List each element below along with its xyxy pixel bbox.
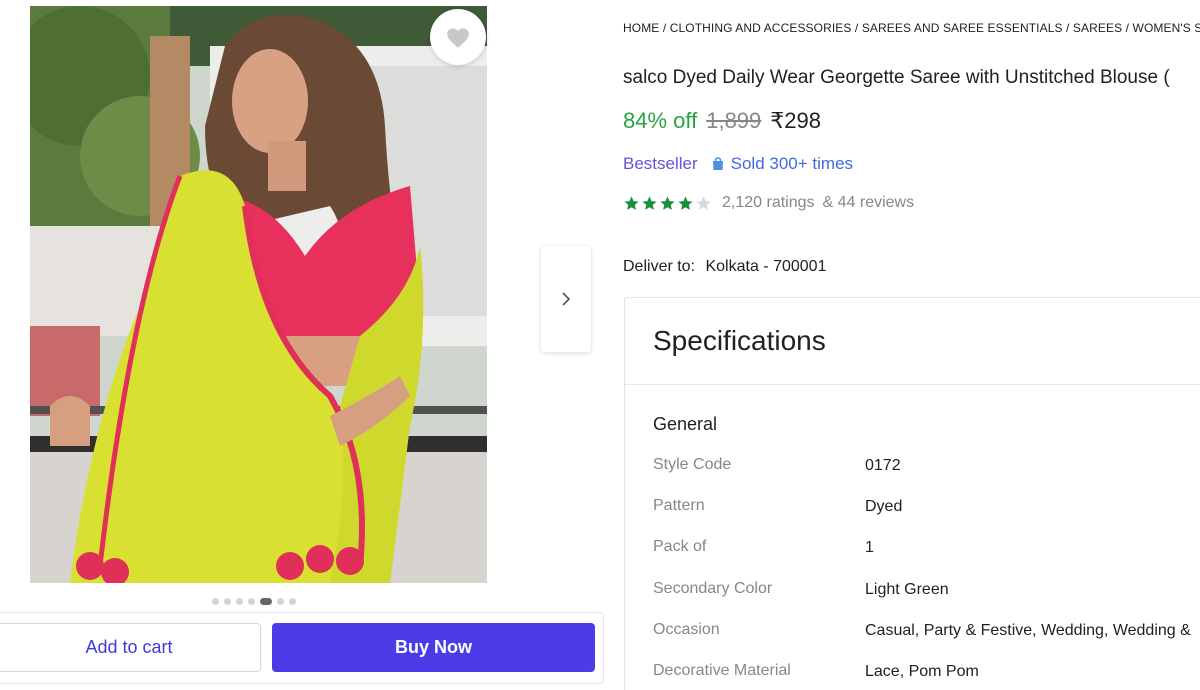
sold-count-text: Sold 300+ times — [730, 154, 854, 173]
breadcrumb-separator: / — [659, 21, 670, 35]
breadcrumb-item[interactable]: WOMEN'S SARE — [1133, 21, 1200, 35]
pagination-dot[interactable] — [277, 598, 284, 605]
breadcrumb: HOME / CLOTHING AND ACCESSORIES / SAREES… — [623, 21, 1200, 35]
product-image[interactable] — [30, 6, 487, 583]
breadcrumb-separator: / — [1062, 21, 1073, 35]
buy-now-button[interactable]: Buy Now — [272, 623, 595, 672]
spec-value: Casual, Party & Festive, Wedding, Weddin… — [865, 622, 1191, 639]
spec-key: Pack of — [653, 538, 707, 555]
delivery-info: Deliver to: Kolkata - 700001 — [623, 258, 826, 276]
breadcrumb-item[interactable]: CLOTHING AND ACCESSORIES — [670, 21, 852, 35]
delivery-location[interactable]: Kolkata - 700001 — [705, 258, 826, 275]
original-price: 1,899 — [706, 108, 762, 133]
spec-group-title: General — [653, 414, 718, 434]
chevron-right-icon — [562, 292, 571, 306]
spec-value: Light Green — [865, 581, 949, 598]
deliver-label: Deliver to: — [623, 258, 696, 275]
spec-key: Occasion — [653, 621, 720, 638]
breadcrumb-separator: / — [851, 21, 862, 35]
discount-percent: 84% off — [623, 108, 698, 133]
star-icon — [678, 195, 693, 210]
sold-count-badge: Sold 300+ times — [710, 154, 853, 174]
product-title: salco Dyed Daily Wear Georgette Saree wi… — [623, 67, 1170, 88]
ratings-count: 2,120 ratings — [722, 194, 815, 211]
breadcrumb-separator: / — [1122, 21, 1133, 35]
star-icon — [624, 195, 639, 210]
selling-price: ₹298 — [770, 108, 821, 133]
spec-value: Dyed — [865, 498, 903, 515]
action-bar: Add to cart Buy Now — [0, 612, 604, 684]
reviews-count: & 44 reviews — [822, 194, 915, 211]
spec-value: 0172 — [865, 457, 901, 474]
spec-key: Pattern — [653, 497, 705, 514]
product-badges: Bestseller Sold 300+ times — [623, 154, 853, 174]
specifications-panel: Specifications General Style Code 0172 Pat… — [624, 297, 1200, 690]
pagination-dot[interactable] — [260, 598, 272, 605]
breadcrumb-item[interactable]: SAREES — [1073, 21, 1122, 35]
heart-icon — [447, 28, 469, 48]
star-icon — [642, 195, 657, 210]
star-icon — [660, 195, 675, 210]
breadcrumb-item[interactable]: HOME — [623, 21, 659, 35]
star-rating — [623, 195, 712, 212]
pagination-dot[interactable] — [212, 598, 219, 605]
price-row: 84% off 1,899 ₹298 — [623, 108, 821, 134]
spec-key: Style Code — [653, 456, 732, 473]
specifications-heading: Specifications — [625, 298, 1200, 385]
wishlist-button[interactable] — [430, 9, 486, 65]
spec-key: Secondary Color — [653, 580, 773, 597]
pagination-dot[interactable] — [224, 598, 231, 605]
spec-key: Decorative Material — [653, 662, 791, 679]
pagination-dot[interactable] — [248, 598, 255, 605]
spec-value: 1 — [865, 539, 874, 556]
next-image-button[interactable] — [541, 246, 591, 352]
product-photo — [30, 6, 487, 583]
breadcrumb-item[interactable]: SAREES AND SAREE ESSENTIALS — [862, 21, 1063, 35]
shopping-bag-icon — [712, 157, 723, 170]
rating-row[interactable]: 2,120 ratings & 44 reviews — [623, 194, 914, 212]
gallery-pagination — [212, 598, 296, 605]
bestseller-badge: Bestseller — [623, 154, 698, 173]
star-icon — [696, 195, 711, 210]
pagination-dot[interactable] — [236, 598, 243, 605]
add-to-cart-button[interactable]: Add to cart — [0, 623, 261, 672]
pagination-dot[interactable] — [289, 598, 296, 605]
spec-value: Lace, Pom Pom — [865, 663, 979, 680]
